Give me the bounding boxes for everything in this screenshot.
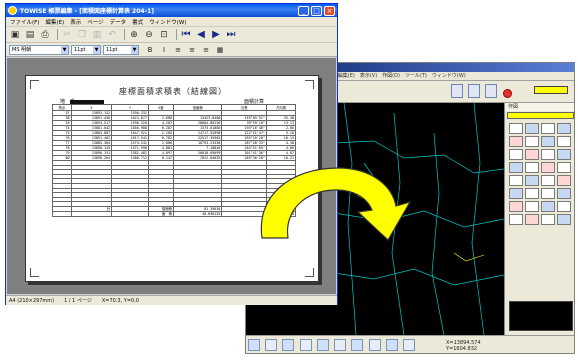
composite-illustration: ファイル(F) 編集(E) 表示(V) 作図(D) ツール(T) ウィンドウ(W… [0, 0, 578, 361]
curved-arrow-icon [260, 167, 412, 241]
transition-arrow [260, 167, 412, 241]
